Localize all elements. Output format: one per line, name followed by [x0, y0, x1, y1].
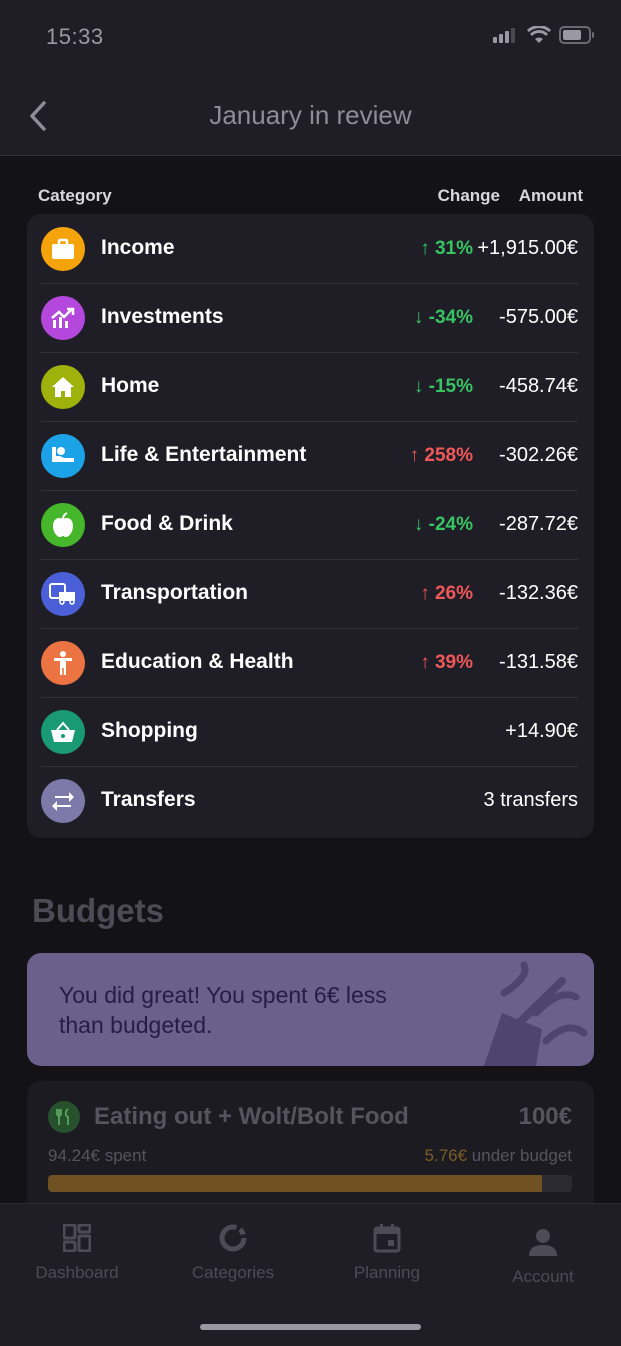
basket-icon	[41, 710, 85, 754]
column-header-change: Change	[437, 186, 500, 205]
budgets-heading: Budgets	[32, 892, 164, 929]
status-icons	[493, 26, 595, 44]
tab-dashboard[interactable]: Dashboard	[2, 1222, 152, 1283]
tab-account[interactable]: Account	[468, 1222, 618, 1287]
budget-item-total: 100€	[518, 1103, 572, 1130]
category-name: Life & Entertainment	[101, 443, 307, 466]
apple-icon	[41, 503, 85, 547]
person-relax-icon	[41, 434, 85, 478]
page-title: January in review	[209, 100, 412, 130]
category-row[interactable]: Investments ↓ -34% -575.00€	[41, 283, 578, 353]
category-name: Education & Health	[101, 650, 294, 673]
column-header-amount: Amount	[518, 186, 583, 205]
category-change: ↑ 26%	[420, 583, 473, 604]
category-list: Income ↑ 31% +1,915.00€ Investments ↓ -3…	[27, 214, 594, 838]
category-change: ↑ 31%	[420, 238, 473, 259]
category-row[interactable]: Education & Health ↑ 39% -131.58€	[41, 628, 578, 698]
category-name: Income	[101, 236, 175, 259]
category-row[interactable]: Income ↑ 31% +1,915.00€	[41, 214, 578, 284]
category-amount: +14.90€	[505, 720, 578, 742]
category-amount: -131.58€	[499, 651, 578, 673]
swap-arrows-icon	[41, 779, 85, 823]
home-indicator	[200, 1324, 421, 1330]
battery-icon	[559, 26, 594, 44]
category-amount: -132.36€	[499, 582, 578, 604]
category-change: ↑ 39%	[420, 652, 473, 673]
car-bus-icon	[41, 572, 85, 616]
budget-under-amount: 5.76€	[424, 1146, 468, 1165]
fork-knife-icon	[48, 1101, 80, 1133]
category-row[interactable]: Transfers 3 transfers	[41, 766, 578, 835]
donut-icon	[158, 1222, 308, 1254]
dashboard-icon	[2, 1222, 152, 1254]
tab-account-label: Account	[512, 1267, 574, 1286]
budget-summary-banner: You did great! You spent 6€ less than bu…	[27, 953, 594, 1066]
budget-item-name: Eating out + Wolt/Bolt Food	[94, 1103, 409, 1130]
budget-item-spent: 94.24€ spent	[48, 1146, 147, 1165]
person-icon	[41, 641, 85, 685]
category-amount: +1,915.00€	[477, 237, 578, 259]
house-icon	[41, 365, 85, 409]
budget-item-under: 5.76€ under budget	[425, 1146, 572, 1166]
broom-icon	[484, 961, 588, 1066]
account-icon	[468, 1226, 618, 1258]
category-row[interactable]: Shopping +14.90€	[41, 697, 578, 767]
tab-categories[interactable]: Categories	[158, 1222, 308, 1283]
category-change: ↓ -24%	[413, 514, 473, 535]
category-amount: -458.74€	[499, 375, 578, 397]
status-time: 15:33	[46, 24, 104, 49]
tab-planning[interactable]: Planning	[312, 1222, 462, 1283]
budget-progress-fill	[48, 1175, 542, 1192]
category-change: ↓ -34%	[413, 307, 473, 328]
category-change: ↑ 258%	[409, 445, 473, 466]
category-name: Investments	[101, 305, 224, 328]
signal-icon	[493, 28, 515, 43]
category-amount: -302.26€	[499, 444, 578, 466]
category-amount: 3 transfers	[483, 789, 578, 811]
calendar-icon	[312, 1222, 462, 1254]
category-name: Home	[101, 374, 160, 397]
nav-bar: January in review	[0, 80, 621, 156]
category-name: Food & Drink	[101, 512, 233, 535]
budget-item-card[interactable]: Eating out + Wolt/Bolt Food 100€ 94.24€ …	[27, 1081, 594, 1221]
category-amount: -575.00€	[499, 306, 578, 328]
column-header-category: Category	[38, 186, 112, 205]
budget-under-label: under budget	[467, 1146, 572, 1165]
tab-dashboard-label: Dashboard	[35, 1263, 119, 1282]
budget-progress-bar	[48, 1175, 572, 1192]
tab-categories-label: Categories	[191, 1263, 275, 1282]
category-row[interactable]: Food & Drink ↓ -24% -287.72€	[41, 490, 578, 560]
category-change: ↓ -15%	[413, 376, 473, 397]
category-row[interactable]: Life & Entertainment ↑ 258% -302.26€	[41, 421, 578, 491]
wifi-icon	[527, 26, 551, 43]
briefcase-icon	[41, 227, 85, 271]
category-name: Transfers	[101, 788, 196, 811]
category-name: Shopping	[101, 719, 198, 742]
chart-trend-icon	[41, 296, 85, 340]
budget-summary-text: You did great! You spent 6€ less than bu…	[59, 982, 387, 1038]
category-row[interactable]: Home ↓ -15% -458.74€	[41, 352, 578, 422]
category-amount: -287.72€	[499, 513, 578, 535]
status-bar: 15:33	[0, 0, 621, 80]
category-name: Transportation	[101, 581, 249, 604]
category-row[interactable]: Transportation ↑ 26% -132.36€	[41, 559, 578, 629]
tab-planning-label: Planning	[353, 1263, 421, 1282]
